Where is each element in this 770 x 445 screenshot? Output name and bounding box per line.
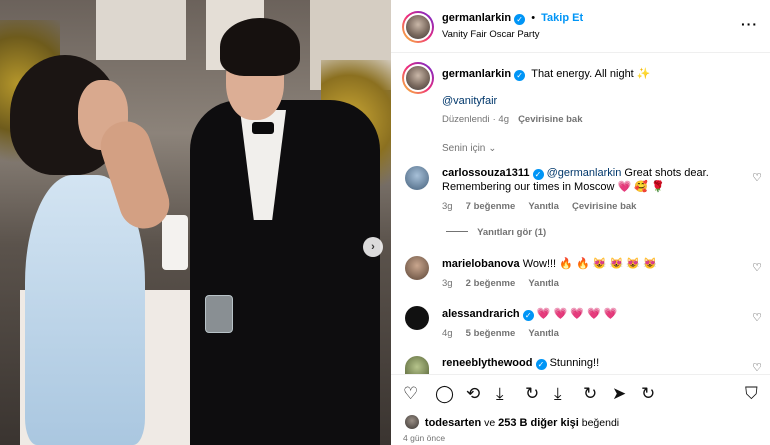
caption-meta: Düzenlendi · 4g Çevirisine bak (442, 114, 583, 125)
download-icon[interactable]: ⤓ (554, 385, 562, 403)
view-replies-label: Yanıtları gör (1) (477, 227, 547, 238)
image-man-bowtie (252, 122, 274, 134)
comment-emojis: 💗 🥰 🌹 (617, 181, 665, 193)
comment-avatar[interactable] (405, 166, 429, 190)
comment-text: Wow!!! (522, 258, 557, 270)
likes-suffix: beğendi (581, 417, 620, 429)
reply-button[interactable]: Yanıtla (528, 278, 559, 289)
next-image-button[interactable]: › (363, 237, 383, 257)
comment-meta: 3g 7 beğenme Yanıtla Çevirisine bak (442, 200, 636, 212)
comment-icon[interactable]: ◯ (435, 385, 454, 403)
translate-link[interactable]: Çevirisine bak (518, 114, 582, 125)
comment-username[interactable]: carlossouza1311 (442, 167, 529, 179)
likes-count[interactable]: 253 B diğer kişi (498, 417, 579, 429)
comment-likes[interactable]: 7 beğenme (466, 201, 516, 212)
share-icon[interactable]: ⤓ (496, 385, 504, 403)
translate-link[interactable]: Çevirisine bak (572, 201, 636, 212)
chevron-down-icon: ⌄ (488, 143, 497, 154)
caption-mention-link[interactable]: @vanityfair (442, 95, 497, 107)
comment-likes[interactable]: 5 beğenme (466, 328, 516, 339)
refresh-icon[interactable]: ↻ (583, 385, 597, 403)
image-glass (205, 295, 233, 333)
replies-divider (446, 231, 468, 232)
edited-label: Düzenlendi (442, 114, 490, 125)
comment-username[interactable]: reneeblythewood (442, 357, 532, 369)
verified-badge-icon: ✓ (535, 359, 547, 370)
comment-text: Remembering our times in Moscow (442, 181, 615, 193)
bookmark-icon[interactable]: ⛉ (745, 385, 758, 403)
comment-username[interactable]: alessandrarich (442, 308, 520, 320)
repost-icon[interactable]: ⟲ (466, 385, 480, 403)
comment-emojis: 💗 💗 💗 💗 💗 (536, 308, 618, 320)
view-replies-button[interactable]: Yanıtları gör (1) (446, 226, 546, 238)
comment-age[interactable]: 4g (442, 328, 453, 339)
comment-body: reneeblythewood ✓ Stunning!! (442, 357, 599, 370)
post-side-panel: germanlarkin ✓ • Takip Et Vanity Fair Os… (391, 0, 770, 445)
heart-icon[interactable]: ♡ (752, 311, 762, 324)
verified-badge-icon: ✓ (514, 14, 526, 25)
sparkles-emoji: ✨ (636, 68, 651, 80)
caption-text: That energy. All night (531, 68, 634, 80)
likes-connector: ve (484, 417, 496, 429)
image-man-suit (190, 100, 380, 445)
refresh-icon[interactable]: ↻ (641, 385, 655, 403)
caption-age[interactable]: 4g (498, 114, 509, 125)
caption-author-username[interactable]: germanlarkin (442, 68, 511, 80)
liker-username[interactable]: todesarten (425, 417, 481, 429)
heart-icon[interactable]: ♡ (752, 261, 762, 274)
more-dots-icon[interactable]: ··· (741, 16, 758, 32)
caption-line: germanlarkin ✓ That energy. All night ✨ (442, 67, 651, 81)
separator-dot: • (531, 12, 536, 24)
comment-text: Stunning!! (549, 357, 600, 369)
post-header: germanlarkin ✓ • Takip Et Vanity Fair Os… (391, 0, 770, 53)
comment-mention-link[interactable]: @germanlarkin (547, 167, 622, 179)
heart-icon[interactable]: ♡ (403, 385, 418, 403)
comment-meta: 3g 2 beğenme Yanıtla (442, 277, 559, 289)
refresh-icon[interactable]: ↻ (525, 385, 539, 403)
author-username[interactable]: germanlarkin (442, 12, 511, 24)
comment-body: carlossouza1311 ✓ @germanlarkin Great sh… (442, 166, 742, 194)
comment-likes[interactable]: 2 beğenme (466, 278, 516, 289)
post-image[interactable]: › (0, 0, 391, 445)
comment-meta: 4g 5 beğenme Yanıtla (442, 327, 559, 339)
verified-badge-icon: ✓ (522, 310, 534, 321)
post-location[interactable]: Vanity Fair Oscar Party (442, 29, 540, 40)
comment-sort-dropdown[interactable]: Senin için ⌄ (442, 142, 496, 154)
image-man-hair (220, 18, 300, 76)
comment-text: Great shots dear. (624, 167, 709, 179)
caption-author-avatar[interactable] (402, 62, 434, 94)
comment-emojis: 🔥 🔥 😻 😻 😻 😻 (559, 258, 657, 270)
verified-badge-icon: ✓ (514, 70, 526, 81)
image-handbag (162, 215, 188, 270)
action-bar: ♡ ◯ ⟲ ⤓ ↻ ⤓ ↻ ➤ ↻ ⛉ (391, 374, 770, 414)
comment-avatar[interactable] (405, 306, 429, 330)
follow-button[interactable]: Takip Et (541, 12, 583, 24)
chevron-right-icon: › (371, 241, 375, 253)
comment-age[interactable]: 3g (442, 278, 453, 289)
send-icon[interactable]: ➤ (612, 385, 626, 403)
comment-avatar[interactable] (405, 256, 429, 280)
post-time[interactable]: 4 gün önce (403, 433, 445, 443)
comment-username[interactable]: marielobanova (442, 258, 520, 270)
reply-button[interactable]: Yanıtla (528, 328, 559, 339)
heart-icon[interactable]: ♡ (752, 171, 762, 184)
likes-summary: todesarten ve 253 B diğer kişi beğendi (405, 415, 619, 429)
heart-icon[interactable]: ♡ (752, 361, 762, 374)
comment-age[interactable]: 3g (442, 201, 453, 212)
image-ceiling-panel (96, 0, 186, 60)
reply-button[interactable]: Yanıtla (528, 201, 559, 212)
verified-badge-icon: ✓ (532, 169, 544, 180)
comment-avatar[interactable] (405, 356, 429, 374)
liker-avatar[interactable] (405, 415, 419, 429)
author-avatar[interactable] (402, 11, 434, 43)
comment-body: alessandrarich ✓ 💗 💗 💗 💗 💗 (442, 307, 618, 321)
comment-body: marielobanova Wow!!! 🔥 🔥 😻 😻 😻 😻 (442, 257, 657, 270)
sort-label: Senin için (442, 143, 486, 154)
